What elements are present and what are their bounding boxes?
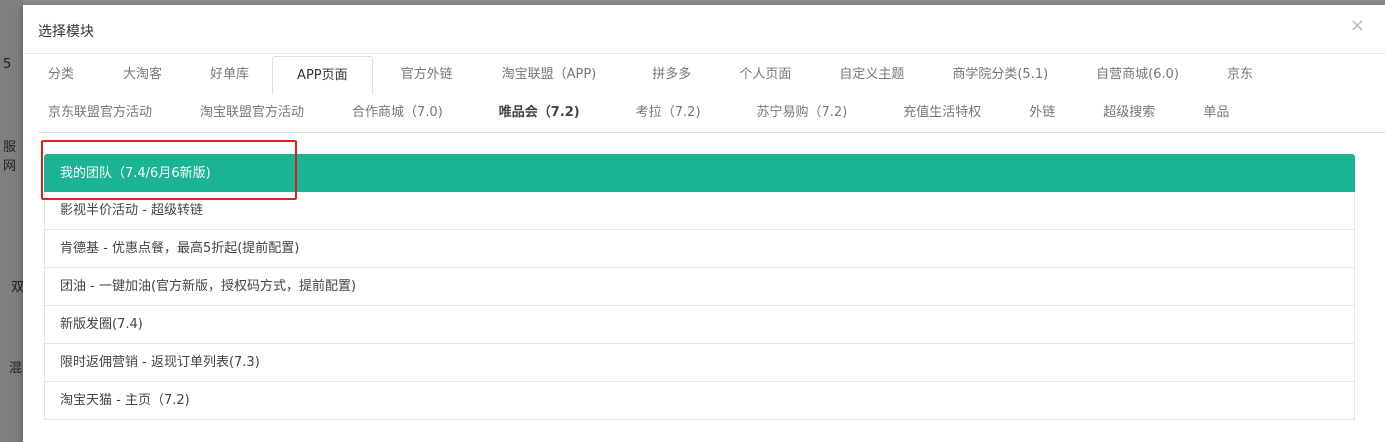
tab-pinduoduo[interactable]: 拼多多 [652,56,691,94]
tab-recharge[interactable]: 充值生活特权 [903,94,981,132]
background-text: 服网 [3,140,17,174]
module-item[interactable]: 限时返佣营销 - 返现订单列表(7.3) [44,344,1355,382]
tab-kaola[interactable]: 考拉（7.2) [636,94,701,132]
tab-app-page[interactable]: APP页面 [272,56,373,94]
tab-external-link[interactable]: 外链 [1029,94,1055,132]
tab-fenlei[interactable]: 分类 [48,56,74,94]
background-text: 5 [3,57,12,72]
tab-official-link[interactable]: 官方外链 [401,56,453,94]
tab-haodanku[interactable]: 好单库 [210,56,249,94]
tab-row-2: 京东联盟官方活动 淘宝联盟官方活动 合作商城（7.0) 唯品会（7.2) 考拉（… [38,94,1385,133]
dialog-title: 选择模块 [38,24,94,40]
tab-academy[interactable]: 商学院分类(5.1) [952,56,1048,94]
module-tabs: 分类 大淘客 好单库 APP页面 官方外链 淘宝联盟（APP) 拼多多 个人页面… [23,54,1385,133]
tab-jd[interactable]: 京东 [1227,56,1253,94]
dialog-header: 选择模块 × [23,5,1385,54]
tab-custom-theme[interactable]: 自定义主题 [839,56,904,94]
select-module-dialog: 选择模块 × 分类 大淘客 好单库 APP页面 官方外链 淘宝联盟（APP) 拼… [23,5,1385,442]
module-list: 我的团队（7.4/6月6新版) 影视半价活动 - 超级转链 肯德基 - 优惠点餐… [44,154,1355,420]
tab-taobao-union[interactable]: 淘宝联盟官方活动 [200,94,304,132]
module-item[interactable]: 影视半价活动 - 超级转链 [44,192,1355,230]
close-icon[interactable]: × [1350,17,1365,35]
tab-personal-page[interactable]: 个人页面 [739,56,791,94]
module-item-my-team[interactable]: 我的团队（7.4/6月6新版) [44,154,1355,192]
tab-super-search[interactable]: 超级搜索 [1103,94,1155,132]
tab-jd-union[interactable]: 京东联盟官方活动 [48,94,152,132]
tab-single-product[interactable]: 单品 [1203,94,1229,132]
module-item[interactable]: 新版发圈(7.4) [44,306,1355,344]
tab-self-mall[interactable]: 自营商城(6.0) [1096,56,1179,94]
tab-dataoke[interactable]: 大淘客 [123,56,162,94]
tab-vip[interactable]: 唯品会（7.2) [499,94,580,132]
background-page: 5 服网 双 混 [0,0,24,442]
background-text: 混 [9,361,23,376]
tab-row-1: 分类 大淘客 好单库 APP页面 官方外链 淘宝联盟（APP) 拼多多 个人页面… [38,54,1385,94]
module-item[interactable]: 团油 - 一键加油(官方新版，授权码方式，提前配置) [44,268,1355,306]
tab-partner-mall[interactable]: 合作商城（7.0) [352,94,443,132]
tab-suning[interactable]: 苏宁易购（7.2) [757,94,848,132]
module-item[interactable]: 肯德基 - 优惠点餐，最高5折起(提前配置) [44,230,1355,268]
module-item[interactable]: 淘宝天猫 - 主页（7.2) [44,382,1355,420]
tab-taobao-union-app[interactable]: 淘宝联盟（APP) [502,56,597,94]
